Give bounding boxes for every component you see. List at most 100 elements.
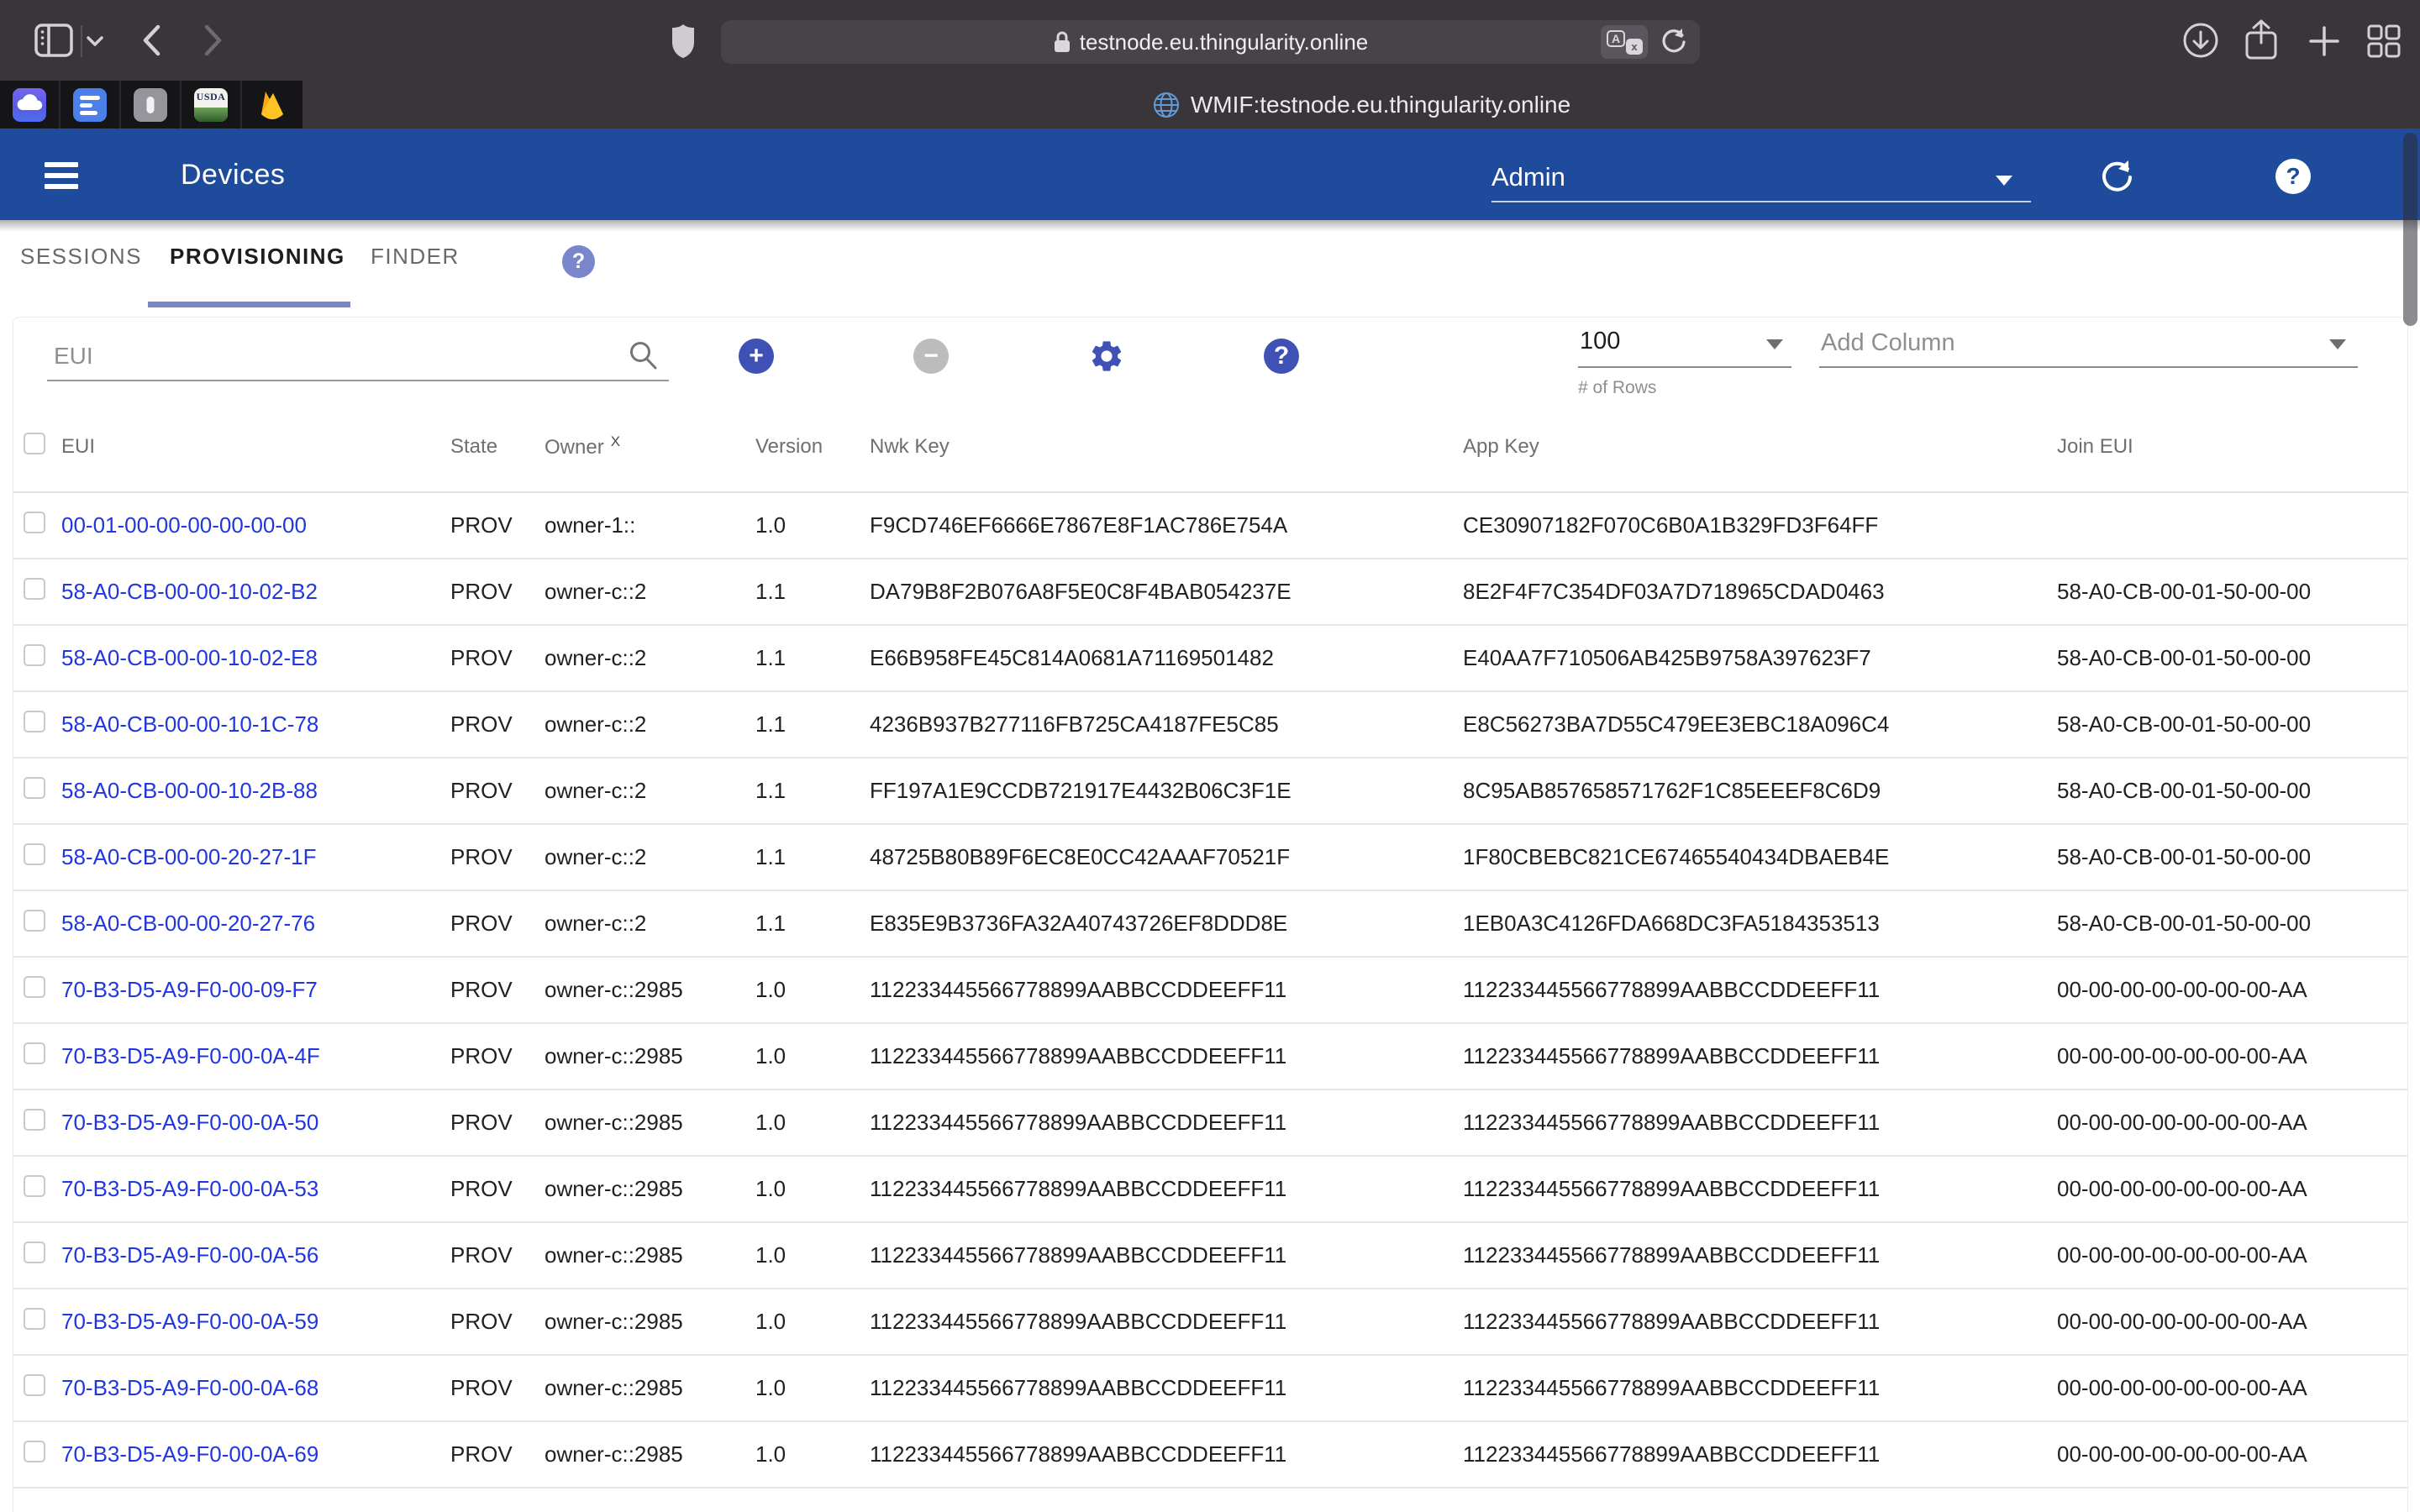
pinned-tab-firebase[interactable] (242, 81, 302, 129)
row-checkbox[interactable] (24, 1374, 45, 1396)
table-header: EUI State OwnerX Version Nwk Key App Key… (13, 418, 2407, 493)
col-version: Version (755, 435, 870, 459)
device-eui-link[interactable]: 70-B3-D5-A9-F0-00-0A-56 (61, 1242, 318, 1268)
row-checkbox[interactable] (24, 1242, 45, 1263)
add-filter-button[interactable]: + (739, 339, 774, 374)
join-eui-cell: 58-A0-CB-00-01-50-00-00 (2057, 579, 2407, 605)
remove-owner-column-icon[interactable]: X (611, 433, 620, 449)
remove-filter-button[interactable]: − (913, 339, 949, 374)
forward-icon[interactable] (202, 24, 225, 57)
chevron-down-icon[interactable] (86, 35, 104, 47)
device-eui-link[interactable]: 58-A0-CB-00-00-10-1C-78 (61, 711, 318, 737)
device-eui-link[interactable]: 70-B3-D5-A9-F0-00-09-F7 (61, 977, 318, 1002)
owner-cell: owner-c::2985 (544, 977, 755, 1003)
nwk-key-cell: 112233445566778899AABBCCDDEEFF11 (870, 977, 1463, 1003)
tab-sessions[interactable]: SESSIONS (20, 244, 142, 270)
device-eui-link[interactable]: 00-01-00-00-00-00-00-00 (61, 512, 307, 538)
device-eui-link[interactable]: 70-B3-D5-A9-F0-00-0A-59 (61, 1309, 318, 1334)
row-checkbox[interactable] (24, 843, 45, 865)
row-checkbox[interactable] (24, 777, 45, 799)
chevron-down-icon (1766, 339, 1783, 349)
device-eui-link[interactable]: 58-A0-CB-00-00-10-2B-88 (61, 778, 318, 803)
version-cell: 1.0 (755, 1110, 870, 1136)
row-checkbox[interactable] (24, 644, 45, 666)
nwk-key-cell: 112233445566778899AABBCCDDEEFF11 (870, 1309, 1463, 1335)
select-all-checkbox[interactable] (24, 433, 45, 454)
pinned-tab-cloud[interactable] (0, 81, 60, 129)
device-eui-link[interactable]: 70-B3-D5-A9-F0-00-0A-4F (61, 1043, 320, 1068)
device-eui-link[interactable]: 70-B3-D5-A9-F0-00-0A-50 (61, 1110, 318, 1135)
join-eui-cell: 58-A0-CB-00-01-50-00-00 (2057, 645, 2407, 671)
device-eui-link[interactable]: 58-A0-CB-00-00-20-27-76 (61, 911, 315, 936)
rows-per-page-value: 100 (1580, 328, 1620, 355)
device-eui-link[interactable]: 58-A0-CB-00-00-20-27-1F (61, 844, 316, 869)
state-cell: PROV (450, 1375, 544, 1401)
refresh-button[interactable] (2099, 159, 2136, 196)
usda-favicon-icon: USDA (194, 88, 228, 122)
device-eui-link[interactable]: 58-A0-CB-00-00-10-02-B2 (61, 579, 318, 604)
table-row: 70-B3-D5-A9-F0-00-0A-56 PROV owner-c::29… (13, 1223, 2407, 1289)
row-checkbox[interactable] (24, 1109, 45, 1131)
row-checkbox[interactable] (24, 512, 45, 533)
device-eui-link[interactable]: 70-B3-D5-A9-F0-00-0A-69 (61, 1441, 318, 1467)
header-shadow (0, 220, 2420, 232)
menu-icon[interactable] (45, 162, 78, 189)
eui-search-input[interactable] (54, 338, 608, 375)
col-eui: EUI (61, 435, 450, 459)
add-column-placeholder: Add Column (1821, 329, 1955, 357)
device-eui-link[interactable]: 70-B3-D5-A9-F0-00-0A-53 (61, 1176, 318, 1201)
tabs-help-button[interactable]: ? (562, 245, 595, 278)
share-icon[interactable] (2242, 18, 2281, 62)
help-button[interactable]: ? (2275, 159, 2311, 194)
state-cell: PROV (450, 911, 544, 937)
app-key-cell: 1EB0A3C4126FDA668DC3FA5184353513 (1463, 911, 2057, 937)
app-key-cell: 1F80CBEBC821CE67465540434DBAEB4E (1463, 844, 2057, 870)
device-eui-link[interactable]: 70-B3-D5-A9-F0-00-0A-68 (61, 1375, 318, 1400)
address-bar[interactable]: testnode.eu.thingularity.online Ax (721, 20, 1700, 64)
row-checkbox[interactable] (24, 578, 45, 600)
row-checkbox[interactable] (24, 976, 45, 998)
reload-icon[interactable] (1660, 28, 1688, 56)
app-key-cell: CE30907182F070C6B0A1B329FD3F64FF (1463, 512, 2057, 538)
pinned-tab-info[interactable] (121, 81, 182, 129)
app-key-cell: 112233445566778899AABBCCDDEEFF11 (1463, 1441, 2057, 1467)
tab-overview-icon[interactable] (2365, 22, 2403, 60)
new-tab-icon[interactable] (2306, 23, 2343, 60)
owner-cell: owner-c::2985 (544, 1110, 755, 1136)
nwk-key-cell: F9CD746EF6666E7867E8F1AC786E754A (870, 512, 1463, 538)
translate-icon[interactable]: Ax (1601, 25, 1648, 59)
state-cell: PROV (450, 844, 544, 870)
row-checkbox[interactable] (24, 1042, 45, 1064)
filter-help-button[interactable]: ? (1264, 339, 1299, 374)
version-cell: 1.1 (755, 579, 870, 605)
row-checkbox[interactable] (24, 910, 45, 932)
rows-per-page-select[interactable]: 100 (1578, 324, 1791, 368)
back-icon[interactable] (139, 24, 163, 57)
table-row: 70-B3-D5-A9-F0-00-0A-59 PROV owner-c::29… (13, 1289, 2407, 1356)
version-cell: 1.0 (755, 512, 870, 538)
add-column-select[interactable]: Add Column (1819, 324, 2358, 368)
settings-gear-icon[interactable] (1088, 338, 1125, 375)
row-checkbox[interactable] (24, 1441, 45, 1462)
privacy-shield-icon[interactable] (671, 23, 696, 60)
browser-toolbar: testnode.eu.thingularity.online Ax (0, 0, 2420, 81)
search-icon[interactable] (627, 339, 659, 371)
chevron-down-icon (2329, 339, 2346, 349)
sidebar-toggle-icon[interactable] (34, 22, 74, 59)
pinned-tab-usda[interactable]: USDA (182, 81, 242, 129)
col-state: State (450, 435, 544, 459)
active-tab[interactable]: WMIF:testnode.eu.thingularity.online (302, 81, 2420, 129)
table-row: 70-B3-D5-A9-F0-00-0A-69 PROV owner-c::29… (13, 1422, 2407, 1488)
tab-finder[interactable]: FINDER (371, 244, 460, 270)
row-checkbox[interactable] (24, 1308, 45, 1330)
row-checkbox[interactable] (24, 711, 45, 732)
owner-cell: owner-c::2 (544, 778, 755, 804)
row-checkbox[interactable] (24, 1175, 45, 1197)
tab-provisioning[interactable]: PROVISIONING (170, 244, 345, 270)
device-eui-link[interactable]: 58-A0-CB-00-00-10-02-E8 (61, 645, 318, 670)
downloads-icon[interactable] (2181, 21, 2220, 60)
vertical-scrollbar-thumb[interactable] (2403, 133, 2417, 326)
page-title: Devices (181, 159, 285, 192)
account-select[interactable]: Admin (1491, 157, 2031, 202)
pinned-tab-docs[interactable] (60, 81, 121, 129)
